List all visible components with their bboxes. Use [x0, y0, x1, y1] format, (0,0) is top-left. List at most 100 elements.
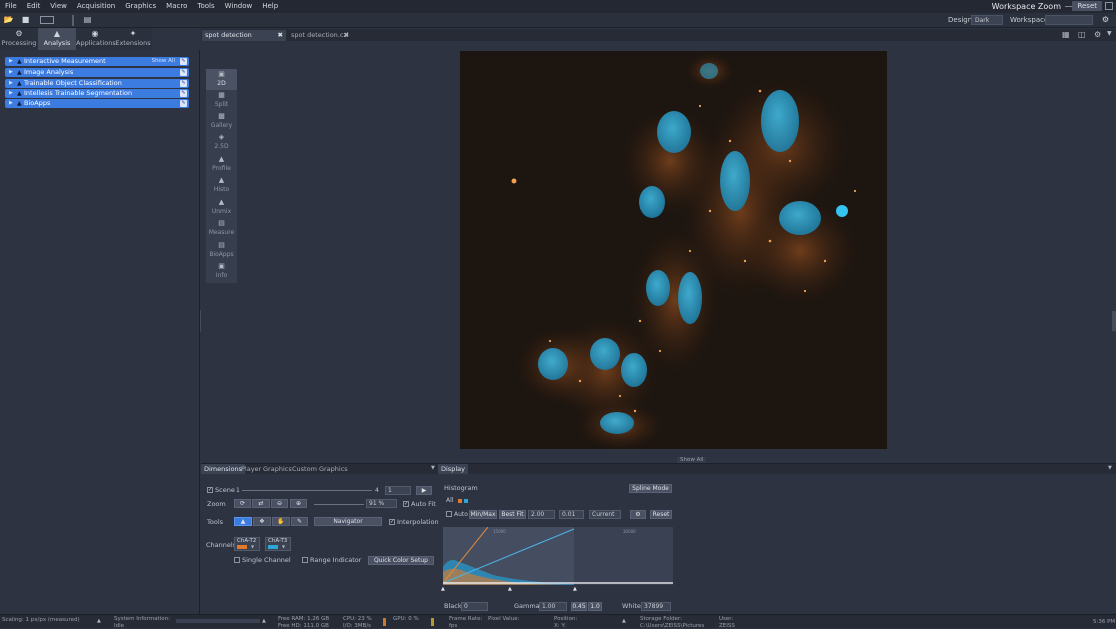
histogram-black-marker[interactable]: ▲ [441, 586, 445, 592]
split-view-icon[interactable]: ◫ [1078, 30, 1086, 39]
minmax-button[interactable]: Min/Max [469, 510, 497, 519]
menu-view[interactable]: View [45, 0, 72, 13]
display-settings-button[interactable]: ⚙ [630, 510, 646, 519]
microscopy-image[interactable] [460, 51, 887, 449]
chevron-up-icon[interactable]: ▲ [622, 618, 626, 624]
hand-tool-button[interactable]: ✋ [272, 517, 290, 526]
pin-icon[interactable]: ✎ [180, 80, 187, 87]
save-icon[interactable]: ■ [20, 15, 31, 25]
channel-button-1[interactable]: ChA-T2 ▼ [234, 537, 260, 551]
view-tab-split[interactable]: ▦ Split [206, 90, 237, 111]
doc-tab-full[interactable]: spot detection.czi ✖ [288, 30, 352, 41]
view-tab-gallery[interactable]: ▩ Gallery [206, 111, 237, 132]
tab-applications[interactable]: ◉ Applications [76, 28, 116, 50]
channel-swatch-blue[interactable] [464, 499, 468, 503]
tab-processing[interactable]: ⚙ Processing [0, 28, 38, 50]
scene-slider[interactable] [242, 490, 372, 491]
pan-tool-button[interactable]: ❖ [253, 517, 271, 526]
chevron-down-icon[interactable]: ▼ [431, 465, 435, 471]
step-value-field[interactable]: 0.01 [559, 510, 584, 519]
expand-arrow-icon[interactable]: ▶ [9, 89, 13, 98]
display-reset-button[interactable]: Reset [650, 510, 672, 519]
navigator-button[interactable]: Navigator [314, 517, 382, 526]
white-value-field[interactable]: 37899 [641, 602, 671, 611]
view-tab-measure[interactable]: ▤ Measure [206, 218, 237, 239]
histogram-chart[interactable]: 15000 30000 [443, 527, 673, 585]
zoom-slider[interactable] [314, 504, 364, 505]
black-value-field[interactable]: 0 [461, 602, 488, 611]
open-folder-icon[interactable]: 📂 [3, 15, 14, 25]
quick-color-setup-button[interactable]: Quick Color Setup [368, 556, 434, 565]
menu-edit[interactable]: Edit [22, 0, 46, 13]
zoom-value-field[interactable]: 91 % [366, 499, 397, 508]
pin-icon[interactable]: ✎ [180, 58, 187, 65]
chevron-up-icon[interactable]: ▲ [262, 618, 266, 624]
single-channel-checkbox[interactable] [234, 557, 240, 563]
close-icon[interactable]: ✖ [344, 30, 349, 41]
best-fit-value-field[interactable]: 2.00 [528, 510, 555, 519]
menu-macro[interactable]: Macro [161, 0, 192, 13]
layout-icon[interactable]: ▤ [82, 15, 93, 25]
tab-extensions[interactable]: ✦ Extensions [114, 28, 152, 50]
channel-button-2[interactable]: ChA-T3 ▼ [265, 537, 291, 551]
chevron-down-icon[interactable]: ▼ [282, 544, 285, 549]
scene-value-field[interactable]: 1 [385, 486, 411, 495]
tool-image-analysis[interactable]: ▶ ▲ Image Analysis ✎ [5, 68, 189, 77]
right-panel-collapse-handle[interactable] [1112, 311, 1116, 331]
histogram-white-marker[interactable]: ▲ [573, 586, 577, 592]
view-tab-histo[interactable]: ▲ Histo [206, 175, 237, 196]
tab-display[interactable]: Display [438, 464, 468, 474]
tool-interactive-measurement[interactable]: ▶ ▲ Interactive Measurement Show All ✎ [5, 57, 189, 66]
menu-window[interactable]: Window [220, 0, 258, 13]
tab-custom-graphics[interactable]: Custom Graphics [289, 464, 351, 474]
pin-icon[interactable]: ✎ [180, 69, 187, 76]
show-all-toggle[interactable]: Show All [152, 57, 175, 66]
design-dropdown[interactable]: Dark [971, 15, 1003, 25]
auto-checkbox[interactable] [446, 511, 452, 517]
zoom-rotate-button[interactable]: ⟳ [234, 499, 251, 508]
pin-icon[interactable]: ✎ [180, 90, 187, 97]
zoom-out-button[interactable]: ⊖ [271, 499, 288, 508]
gamma-preset-10[interactable]: 1.0 [588, 602, 602, 611]
menu-graphics[interactable]: Graphics [120, 0, 161, 13]
auto-fit-checkbox[interactable]: ✓ [403, 501, 409, 507]
menu-acquisition[interactable]: Acquisition [72, 0, 120, 13]
expand-arrow-icon[interactable]: ▶ [9, 68, 13, 77]
channel-swatch-orange[interactable] [458, 499, 462, 503]
tool-trainable-object-classification[interactable]: ▶ ▲ Trainable Object Classification ✎ [5, 79, 189, 88]
screen-icon[interactable] [40, 16, 54, 24]
expand-arrow-icon[interactable]: ▶ [9, 57, 13, 66]
expand-arrow-icon[interactable]: ▶ [9, 79, 13, 88]
expand-arrow-icon[interactable]: ▶ [9, 99, 13, 108]
chevron-down-icon[interactable]: ▼ [251, 544, 254, 549]
view-tab-2d[interactable]: ▣ 2D [206, 69, 237, 90]
workspace-zoom-reset-button[interactable]: Reset [1072, 1, 1102, 11]
options-gear-icon[interactable]: ⚙ [1094, 30, 1101, 39]
menu-tools[interactable]: Tools [192, 0, 219, 13]
settings-gear-icon[interactable]: ⚙ [1100, 15, 1111, 25]
grid-view-icon[interactable]: ▦ [1062, 30, 1070, 39]
spline-mode-button[interactable]: Spline Mode [629, 484, 672, 493]
menu-help[interactable]: Help [257, 0, 283, 13]
current-dropdown[interactable]: Current [589, 510, 621, 519]
scene-play-button[interactable]: ▶ [416, 486, 432, 495]
chevron-up-icon[interactable]: ▲ [97, 618, 101, 624]
tool-intellesis-segmentation[interactable]: ▶ ▲ Intellesis Trainable Segmentation ✎ [5, 89, 189, 98]
tool-bioapps[interactable]: ▶ ▲ BioApps ✎ [5, 99, 189, 108]
view-tab-info[interactable]: ▣ Info [206, 261, 237, 282]
view-tab-unmix[interactable]: ▲ Unmix [206, 197, 237, 218]
view-tab-bioapps[interactable]: ▤ BioApps [206, 240, 237, 261]
pen-tool-button[interactable]: ✎ [291, 517, 308, 526]
tab-analysis[interactable]: ▲ Analysis [38, 28, 76, 50]
menu-file[interactable]: File [0, 0, 22, 13]
histogram-gamma-marker[interactable]: ▲ [508, 586, 512, 592]
gamma-preset-045[interactable]: 0.45 [571, 602, 587, 611]
chevron-down-icon[interactable]: ▼ [1107, 30, 1112, 37]
close-icon[interactable]: ✖ [278, 30, 283, 41]
view-tab-2-5d[interactable]: ◈ 2.5D [206, 132, 237, 153]
interpolation-checkbox[interactable]: ✓ [389, 519, 395, 525]
zoom-in-button[interactable]: ⊕ [290, 499, 307, 508]
zoom-fit-button[interactable]: ⇄ [252, 499, 270, 508]
pin-icon[interactable]: ✎ [180, 100, 187, 107]
view-tab-profile[interactable]: ▲ Profile [206, 154, 237, 175]
